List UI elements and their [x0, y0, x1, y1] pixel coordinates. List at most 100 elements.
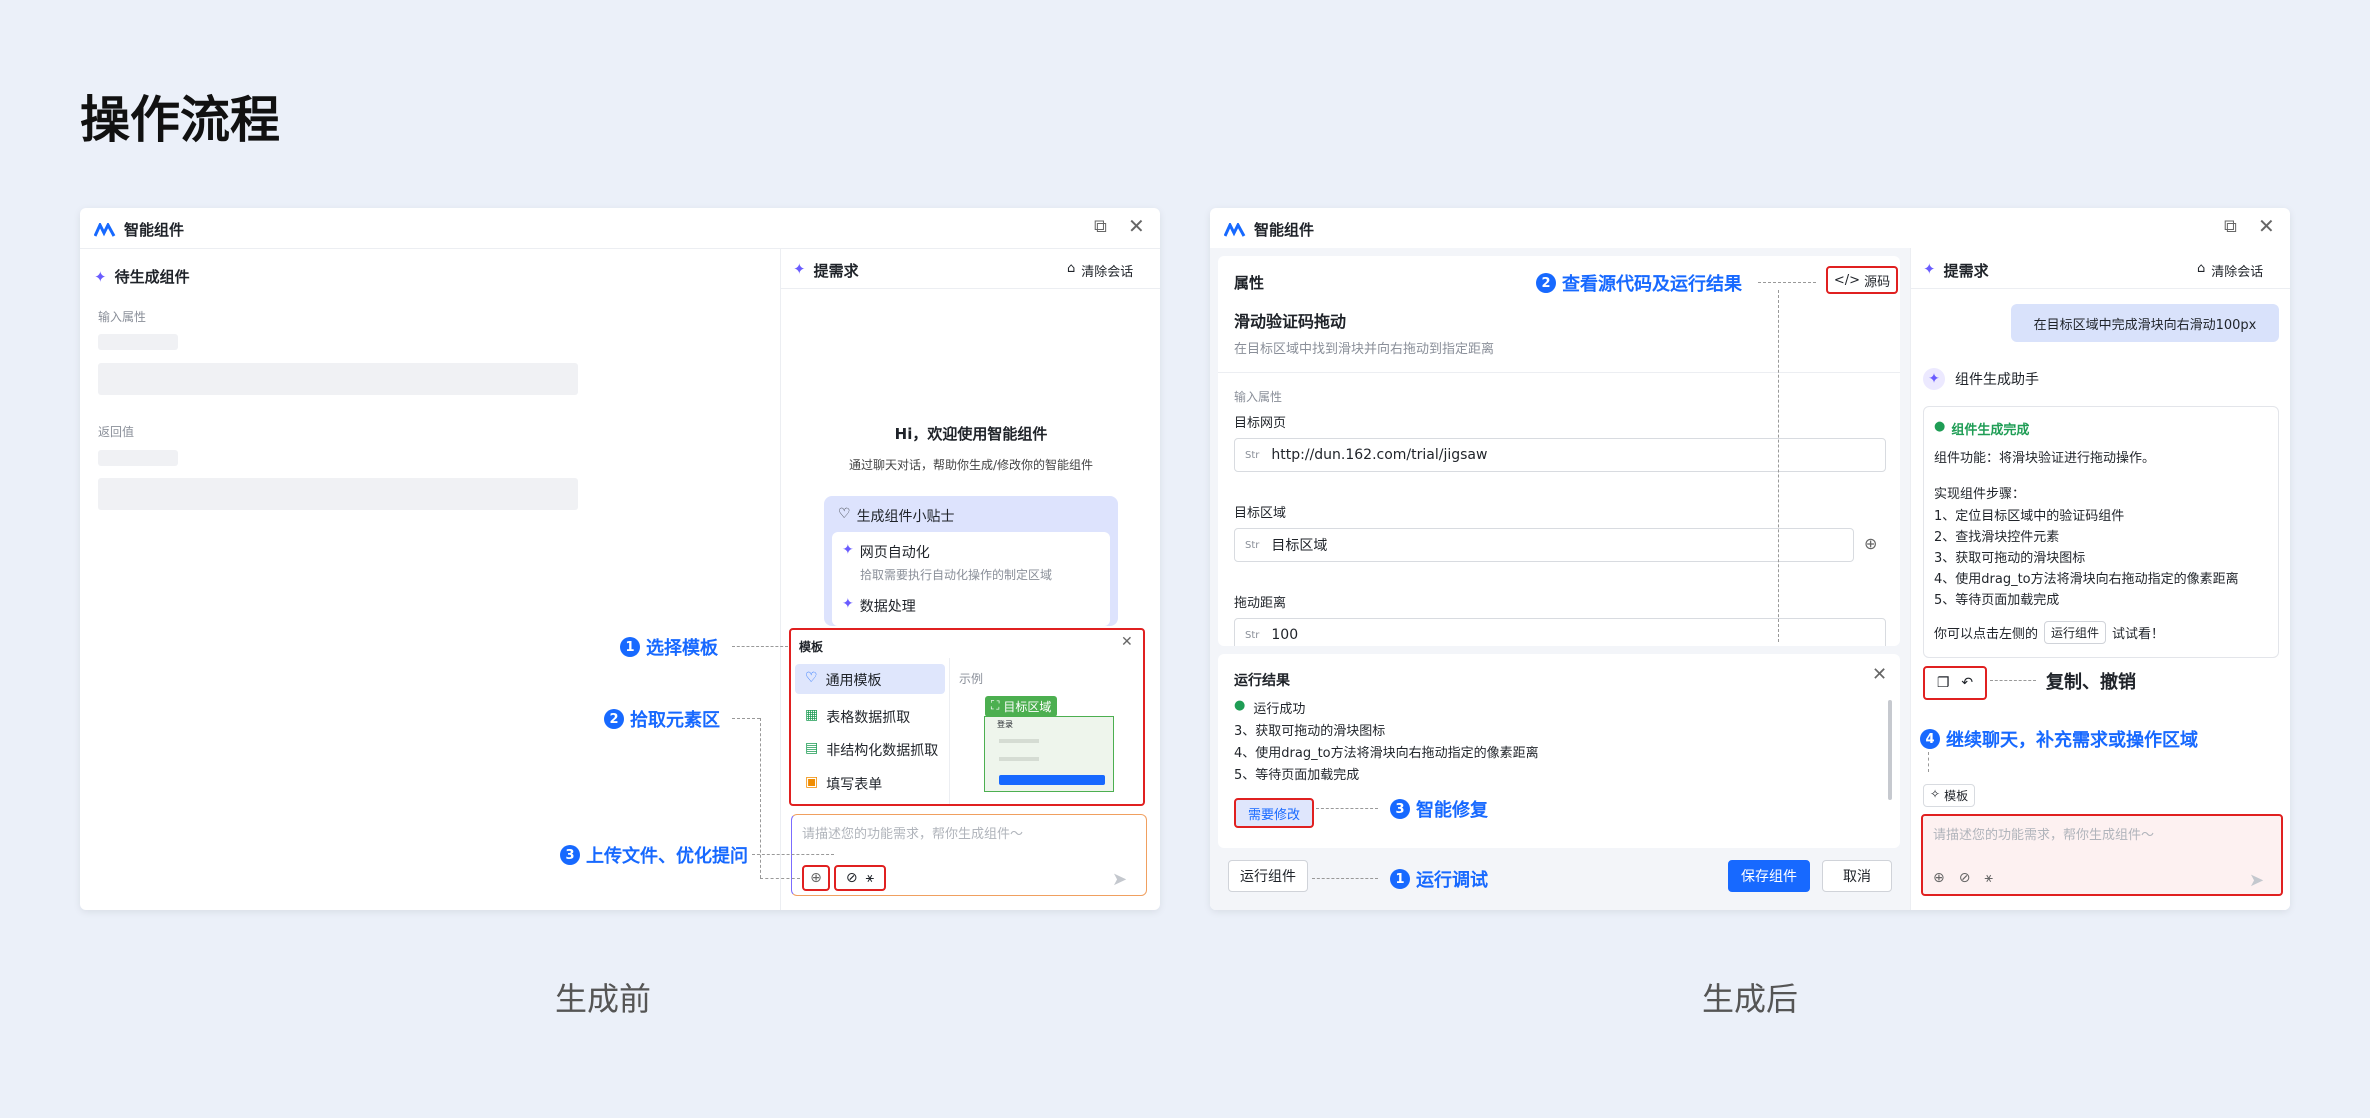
- tip-title: 数据处理: [859, 599, 916, 615]
- steps-title: 实现组件步骤：: [1934, 487, 2026, 502]
- annotation-number: 2: [604, 709, 624, 729]
- template-chip-label: 模板: [1944, 789, 1969, 803]
- annotation-text: 继续聊天，补充需求或操作区域: [1946, 730, 2198, 751]
- external-link-icon[interactable]: ⧉: [2224, 216, 2237, 237]
- template-item-label: 填写表单: [826, 777, 883, 793]
- form-icon: ▣: [805, 774, 819, 790]
- magic-wand-icon[interactable]: ⚹: [866, 870, 874, 886]
- step-line: 3、获取可拖动的滑块图标: [1934, 551, 2086, 566]
- component-name: 滑动验证码拖动: [1234, 312, 1347, 331]
- target-area-badge: ⛶ 目标区域: [985, 696, 1058, 717]
- try-suffix: 试试看！: [2112, 627, 2165, 642]
- skeleton-block: [98, 363, 578, 395]
- crosshair-icon[interactable]: ⊕: [802, 865, 830, 891]
- window-title: 智能组件: [1254, 221, 1315, 239]
- example-mini-line: [999, 757, 1039, 761]
- result-line: 4、使用drag_to方法将滑块向右拖动指定的像素距离: [1234, 746, 1539, 761]
- send-icon[interactable]: ➤: [1112, 869, 1127, 890]
- sparkle-icon: ✦: [94, 267, 107, 286]
- annotation-number: 3: [1390, 799, 1410, 819]
- target-area-input[interactable]: Str 目标区域: [1234, 528, 1854, 562]
- field-label: 拖动距离: [1234, 596, 1287, 611]
- annotation-text: 上传文件、优化提问: [586, 846, 748, 867]
- annotation-smart-fix: 3 智能修复: [1390, 796, 1488, 822]
- annotation-number: 2: [1536, 273, 1556, 293]
- annotation-line: [1990, 680, 2036, 681]
- caption-after: 生成后: [1702, 980, 1799, 1018]
- crosshair-icon[interactable]: ⊕: [1864, 534, 1877, 553]
- chat-header: ✦ 提需求: [1923, 260, 1989, 281]
- welcome-subtitle: 通过聊天对话，帮助你生成/修改你的智能组件: [848, 458, 1094, 472]
- crosshair-icon[interactable]: ⊕: [1933, 870, 1945, 886]
- tips-card: ♡ 生成组件小贴士 ✦ 网页自动化 拾取需要执行自动化操作的制定区域 ✦ 数据处…: [824, 496, 1118, 626]
- run-result-card: 运行结果 ✕ ● 运行成功 3、获取可拖动的滑块图标 4、使用drag_to方法…: [1218, 654, 1900, 848]
- step-line: 4、使用drag_to方法将滑块向右拖动指定的像素距离: [1934, 572, 2239, 587]
- attachment-icon[interactable]: ⊘: [1959, 870, 1971, 886]
- scrollbar[interactable]: [1888, 700, 1892, 800]
- annotation-number: 1: [1390, 869, 1410, 889]
- chat-tools: ⊕ ⊘ ⚹: [1933, 870, 1993, 886]
- annotation-view-source: 2 查看源代码及运行结果: [1536, 270, 1742, 296]
- template-item-unstructured[interactable]: ▤ 非结构化数据抓取: [805, 740, 938, 760]
- user-message: 在目标区域中完成滑块向右滑动100px: [2011, 304, 2279, 342]
- table-icon: ▦: [805, 707, 819, 723]
- step-line: 2、查找滑块控件元素: [1934, 530, 2060, 545]
- annotation-continue-chat: 4 继续聊天，补充需求或操作区域: [1920, 726, 2198, 752]
- assistant-header: ✦ 组件生成助手: [1923, 368, 2039, 390]
- welcome-title: Hi，欢迎使用智能组件: [894, 425, 1048, 443]
- template-item-general[interactable]: ♡ 通用模板: [805, 670, 882, 690]
- magic-wand-icon[interactable]: ⚹: [1984, 870, 1992, 886]
- template-item-form[interactable]: ▣ 填写表单: [805, 774, 882, 794]
- copy-undo-group: ❐ ↶: [1923, 666, 1987, 700]
- save-component-button[interactable]: 保存组件: [1728, 860, 1810, 892]
- source-code-button[interactable]: </> 源码: [1826, 266, 1898, 294]
- annotation-line: [732, 718, 760, 719]
- tip-item[interactable]: ✦ 数据处理: [842, 596, 916, 616]
- example-mini-line: [999, 739, 1039, 743]
- close-icon[interactable]: ✕: [1121, 634, 1133, 650]
- template-item-table[interactable]: ▦ 表格数据抓取: [805, 707, 910, 727]
- external-link-icon[interactable]: ⧉: [1094, 216, 1107, 237]
- close-icon[interactable]: ✕: [1872, 664, 1887, 685]
- annotation-line: [760, 878, 800, 879]
- undo-icon[interactable]: ↶: [1961, 675, 1973, 691]
- attachment-icon[interactable]: ⊘: [846, 870, 858, 886]
- template-chip[interactable]: ✧ 模板: [1923, 784, 1976, 807]
- lightbulb-icon: ♡: [838, 506, 851, 522]
- document-icon: ▤: [805, 740, 819, 756]
- copy-icon[interactable]: ❐: [1937, 675, 1950, 691]
- target-url-input[interactable]: Str http://dun.162.com/trial/jigsaw: [1234, 438, 1886, 472]
- annotation-text: 选择模板: [646, 638, 718, 659]
- chat-title: 提需求: [1943, 262, 1989, 280]
- pending-component-title: 待生成组件: [114, 268, 190, 286]
- template-item-label: 非结构化数据抓取: [826, 743, 939, 759]
- try-run-chip[interactable]: 运行组件: [2044, 621, 2107, 644]
- broom-icon: ⌂: [2197, 261, 2206, 276]
- fix-button[interactable]: 需要修改: [1234, 798, 1314, 828]
- window-title-bar: 智能组件: [94, 219, 184, 240]
- tip-title: 网页自动化: [859, 545, 930, 561]
- example-preview: 登录: [984, 716, 1114, 792]
- annotation-text: 拾取元素区: [630, 710, 720, 731]
- input-props-label: 输入属性: [98, 310, 147, 324]
- check-circle-icon: ●: [1934, 419, 1946, 434]
- str-tag: Str: [1245, 539, 1260, 551]
- chat-input-box[interactable]: 请描述您的功能需求，帮你生成组件～ ⊕ ⊘ ⚹ ➤: [791, 814, 1147, 896]
- run-component-button[interactable]: 运行组件: [1228, 860, 1308, 892]
- drag-distance-input[interactable]: Str 100: [1234, 618, 1886, 646]
- send-icon[interactable]: ➤: [2249, 870, 2264, 891]
- window-title: 智能组件: [124, 221, 185, 239]
- done-title: 组件生成完成: [1951, 423, 2030, 438]
- clear-chat-button[interactable]: ⌂ 清除会话: [1067, 261, 1133, 280]
- close-icon[interactable]: ✕: [1128, 214, 1145, 238]
- template-item-label: 通用模板: [825, 673, 882, 689]
- close-icon[interactable]: ✕: [2258, 214, 2275, 238]
- target-area-value: 目标区域: [1271, 538, 1328, 554]
- chat-input-box[interactable]: 请描述您的功能需求，帮你生成组件～ ⊕ ⊘ ⚹ ➤: [1921, 814, 2283, 896]
- cancel-button[interactable]: 取消: [1822, 860, 1892, 892]
- app-logo-icon: [1224, 222, 1246, 237]
- clear-chat-button[interactable]: ⌂ 清除会话: [2197, 261, 2263, 280]
- func-line: 组件功能：将滑块验证进行拖动操作。: [1934, 451, 2156, 466]
- chat-input-placeholder: 请描述您的功能需求，帮你生成组件～: [802, 827, 1024, 842]
- tip-item[interactable]: ✦ 网页自动化: [842, 542, 930, 562]
